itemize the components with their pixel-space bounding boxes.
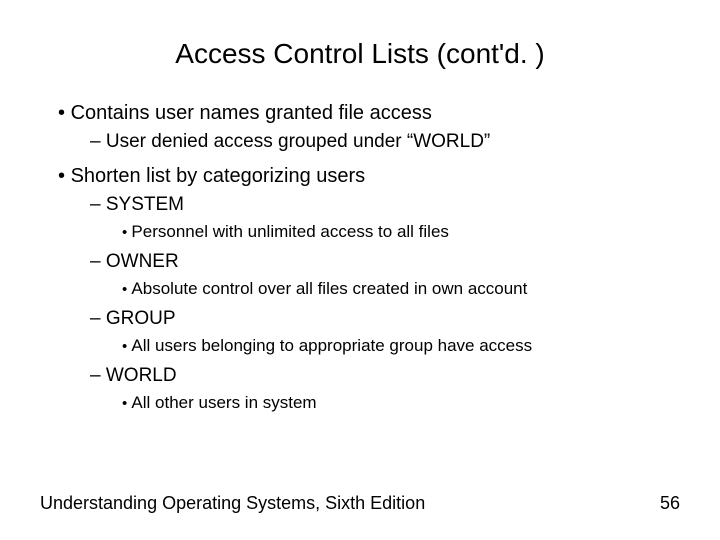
slide-title: Access Control Lists (cont'd. ) xyxy=(40,38,680,70)
bullet-text: GROUP xyxy=(106,308,176,329)
bullet-level3: Personnel with unlimited access to all f… xyxy=(122,219,680,245)
bullet-text: All other users in system xyxy=(131,393,316,412)
bullet-level2: WORLD All other users in system xyxy=(90,362,680,416)
bullet-level2: OWNER Absolute control over all files cr… xyxy=(90,248,680,302)
bullet-level2: GROUP All users belonging to appropriate… xyxy=(90,305,680,359)
bullet-text: SYSTEM xyxy=(106,194,184,215)
bullet-level2: SYSTEM Personnel with unlimited access t… xyxy=(90,191,680,245)
slide-body: Contains user names granted file access … xyxy=(40,98,680,416)
bullet-text: OWNER xyxy=(106,251,179,272)
bullet-level2: User denied access grouped under “WORLD” xyxy=(90,128,680,157)
bullet-level1: Contains user names granted file access … xyxy=(58,98,680,157)
bullet-level3: All other users in system xyxy=(122,390,680,416)
page-number: 56 xyxy=(660,493,680,514)
bullet-level3: Absolute control over all files created … xyxy=(122,276,680,302)
bullet-level1: Shorten list by categorizing users SYSTE… xyxy=(58,161,680,416)
bullet-text: WORLD xyxy=(106,365,177,386)
bullet-text: Shorten list by categorizing users xyxy=(71,165,366,187)
bullet-text: Contains user names granted file access xyxy=(71,102,432,124)
bullet-level3: All users belonging to appropriate group… xyxy=(122,333,680,359)
bullet-text: All users belonging to appropriate group… xyxy=(131,336,532,355)
footer-text: Understanding Operating Systems, Sixth E… xyxy=(40,493,425,514)
bullet-text: User denied access grouped under “WORLD” xyxy=(106,131,490,152)
bullet-text: Personnel with unlimited access to all f… xyxy=(131,222,448,241)
slide-footer: Understanding Operating Systems, Sixth E… xyxy=(40,493,680,514)
bullet-text: Absolute control over all files created … xyxy=(131,279,527,298)
